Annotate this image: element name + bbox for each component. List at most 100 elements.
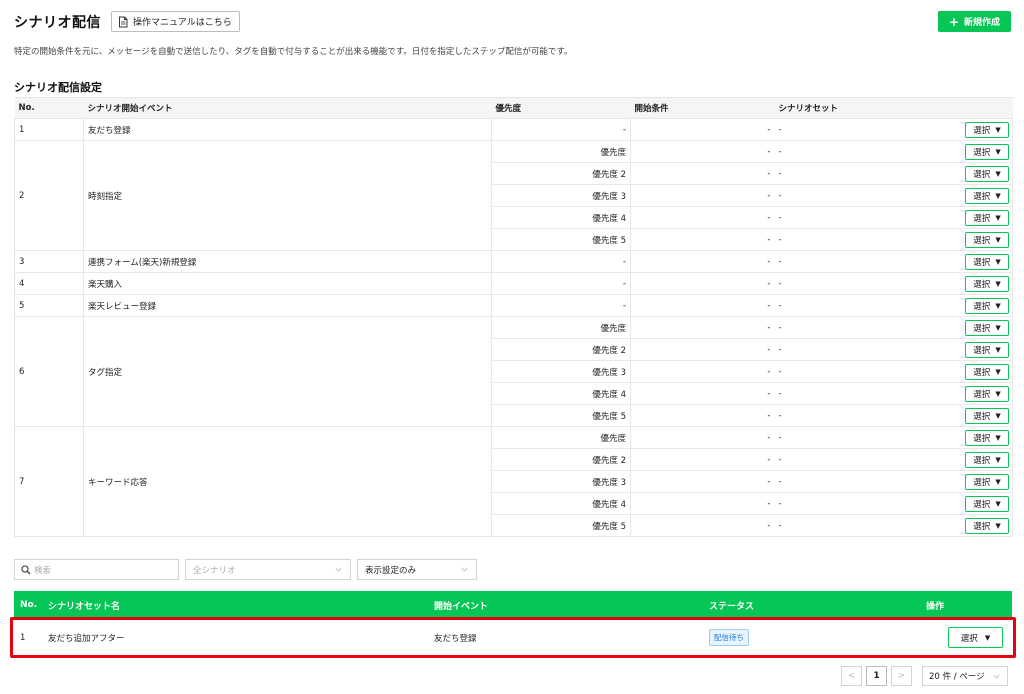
- settings-table-body: 1 友だち登録 - - - 選択 ▼ 2 時刻指定 優先度 - - 選択 ▼ 優先度 2- - 選択 ▼ 優先度 3…: [14, 118, 1013, 537]
- table-row[interactable]: 1 友だち追加アフター 友だち登録 配信待ち 選択 ▼: [14, 619, 1012, 657]
- scenario-set-cell: - 選択 ▼: [774, 294, 1013, 317]
- select-button-label: 選択: [973, 258, 991, 268]
- event-number: 1: [14, 118, 84, 141]
- set-col-event: 開始イベント: [434, 601, 489, 612]
- set-row-event: 友だち登録: [434, 633, 477, 644]
- scenario-set-select-button[interactable]: 選択 ▼: [965, 452, 1009, 468]
- priority-cell: -: [491, 272, 631, 295]
- scenario-set-select-button[interactable]: 選択 ▼: [965, 232, 1009, 248]
- priority-cell: -: [491, 250, 631, 273]
- scenario-set-select-button[interactable]: 選択 ▼: [965, 518, 1009, 534]
- priority-cell: 優先度 5: [491, 514, 631, 537]
- display-filter-select[interactable]: 表示設定のみ: [357, 559, 477, 580]
- event-number: 2: [14, 140, 84, 251]
- scenario-set-select-button[interactable]: 選択 ▼: [965, 276, 1009, 292]
- caret-down-icon: ▼: [995, 258, 1001, 266]
- select-button-label: 選択: [973, 214, 991, 224]
- scenario-set-select-button[interactable]: 選択 ▼: [965, 430, 1009, 446]
- page-number-button[interactable]: 1: [866, 666, 887, 686]
- scenario-set-select-button[interactable]: 選択 ▼: [965, 144, 1009, 160]
- caret-down-icon: ▼: [995, 412, 1001, 420]
- select-button-label: 選択: [973, 434, 991, 444]
- scenario-set-value: -: [778, 520, 782, 531]
- scenario-set-value: -: [778, 476, 782, 487]
- scenario-set-cell: - 選択 ▼: [774, 140, 1013, 163]
- new-create-button[interactable]: + 新規作成: [938, 11, 1011, 32]
- caret-down-icon: ▼: [995, 126, 1001, 134]
- caret-down-icon: ▼: [995, 390, 1001, 398]
- scenario-set-select-button[interactable]: 選択 ▼: [965, 474, 1009, 490]
- settings-row: 4 楽天購入 - - - 選択 ▼: [14, 272, 1013, 295]
- scenario-set-cell: - 選択 ▼: [774, 426, 1013, 449]
- scenario-set-cell: - 選択 ▼: [774, 118, 1013, 141]
- caret-down-icon: ▼: [995, 236, 1001, 244]
- select-button-label: 選択: [973, 280, 991, 290]
- select-button-label: 選択: [973, 302, 991, 312]
- scenario-set-cell: - 選択 ▼: [774, 338, 1013, 361]
- page-description: 特定の開始条件を元に、メッセージを自動で送信したり、タグを自動で付与することが出…: [14, 47, 573, 57]
- scenario-set-select-button[interactable]: 選択 ▼: [965, 342, 1009, 358]
- scenario-set-select-button[interactable]: 選択 ▼: [965, 166, 1009, 182]
- scenario-set-select-button[interactable]: 選択 ▼: [965, 386, 1009, 402]
- caret-down-icon: ▼: [995, 346, 1001, 354]
- set-col-operation: 操作: [926, 601, 945, 612]
- page-size-select[interactable]: 20 件 / ページ: [922, 666, 1008, 686]
- scenario-set-value: -: [778, 454, 782, 465]
- operation-select-button[interactable]: 選択 ▼: [948, 627, 1003, 648]
- start-event-name: 友だち登録: [83, 118, 492, 141]
- scenario-set-value: -: [778, 278, 782, 289]
- search-input[interactable]: 検索: [14, 559, 179, 580]
- set-row-name: 友だち追加アフター: [48, 633, 125, 644]
- scenario-set-select-button[interactable]: 選択 ▼: [965, 188, 1009, 204]
- scenario-set-cell: - 選択 ▼: [774, 272, 1013, 295]
- scenario-set-cell: - 選択 ▼: [774, 404, 1013, 427]
- settings-row: 1 友だち登録 - - - 選択 ▼: [14, 118, 1013, 141]
- select-button-label: 選択: [973, 192, 991, 202]
- caret-down-icon: ▼: [995, 214, 1001, 222]
- scenario-set-select-button[interactable]: 選択 ▼: [965, 496, 1009, 512]
- scenario-set-value: -: [778, 366, 782, 377]
- priority-cell: 優先度 4: [491, 382, 631, 405]
- select-button-label: 選択: [973, 412, 991, 422]
- caret-down-icon: ▼: [995, 280, 1001, 288]
- next-page-button[interactable]: >: [891, 666, 912, 686]
- scenario-set-select-button[interactable]: 選択 ▼: [965, 210, 1009, 226]
- scenario-set-value: -: [778, 322, 782, 333]
- scenario-set-cell: - 選択 ▼: [774, 162, 1013, 185]
- prev-page-button[interactable]: <: [841, 666, 862, 686]
- scenario-set-select-button[interactable]: 選択 ▼: [965, 122, 1009, 138]
- scenario-set-select-button[interactable]: 選択 ▼: [965, 364, 1009, 380]
- scenario-set-cell: - 選択 ▼: [774, 184, 1013, 207]
- scenario-set-select-button[interactable]: 選択 ▼: [965, 298, 1009, 314]
- settings-section-title: シナリオ配信設定: [14, 81, 102, 94]
- scenario-set-select-button[interactable]: 選択 ▼: [965, 254, 1009, 270]
- caret-down-icon: ▼: [995, 148, 1001, 156]
- scenario-set-table: No. シナリオセット名 開始イベント ステータス 操作 1 友だち追加アフター…: [14, 591, 1012, 657]
- caret-down-icon: ▼: [995, 302, 1001, 310]
- col-header-no: No.: [14, 97, 84, 119]
- scenario-filter-select[interactable]: 全シナリオ: [185, 559, 351, 580]
- filter-bar: 検索 全シナリオ 表示設定のみ: [14, 559, 477, 580]
- select-button-label: 選択: [973, 500, 991, 510]
- priority-cell: 優先度 5: [491, 404, 631, 427]
- chevron-down-icon: [335, 567, 342, 572]
- scenario-settings-table: No. シナリオ開始イベント 優先度 開始条件 シナリオセット 1 友だち登録 - -…: [14, 97, 1013, 537]
- condition-cell: -: [630, 316, 775, 339]
- scenario-set-cell: - 選択 ▼: [774, 470, 1013, 493]
- display-filter-value: 表示設定のみ: [365, 565, 417, 576]
- chevron-down-icon: [461, 567, 468, 572]
- condition-cell: -: [630, 360, 775, 383]
- scenario-set-value: -: [778, 212, 782, 223]
- select-button-label: 選択: [973, 236, 991, 246]
- priority-cell: 優先度 2: [491, 162, 631, 185]
- caret-down-icon: ▼: [995, 478, 1001, 486]
- priority-cell: 優先度 4: [491, 492, 631, 515]
- settings-row: 2 時刻指定 優先度 - - 選択 ▼: [14, 140, 1013, 251]
- scenario-set-cell: - 選択 ▼: [774, 492, 1013, 515]
- scenario-set-select-button[interactable]: 選択 ▼: [965, 408, 1009, 424]
- select-button-label: 選択: [973, 346, 991, 356]
- scenario-set-select-button[interactable]: 選択 ▼: [965, 320, 1009, 336]
- condition-cell: -: [630, 470, 775, 493]
- pagination: < 1 > 20 件 / ページ: [841, 666, 1008, 686]
- manual-button[interactable]: 操作マニュアルはこちら: [111, 11, 240, 32]
